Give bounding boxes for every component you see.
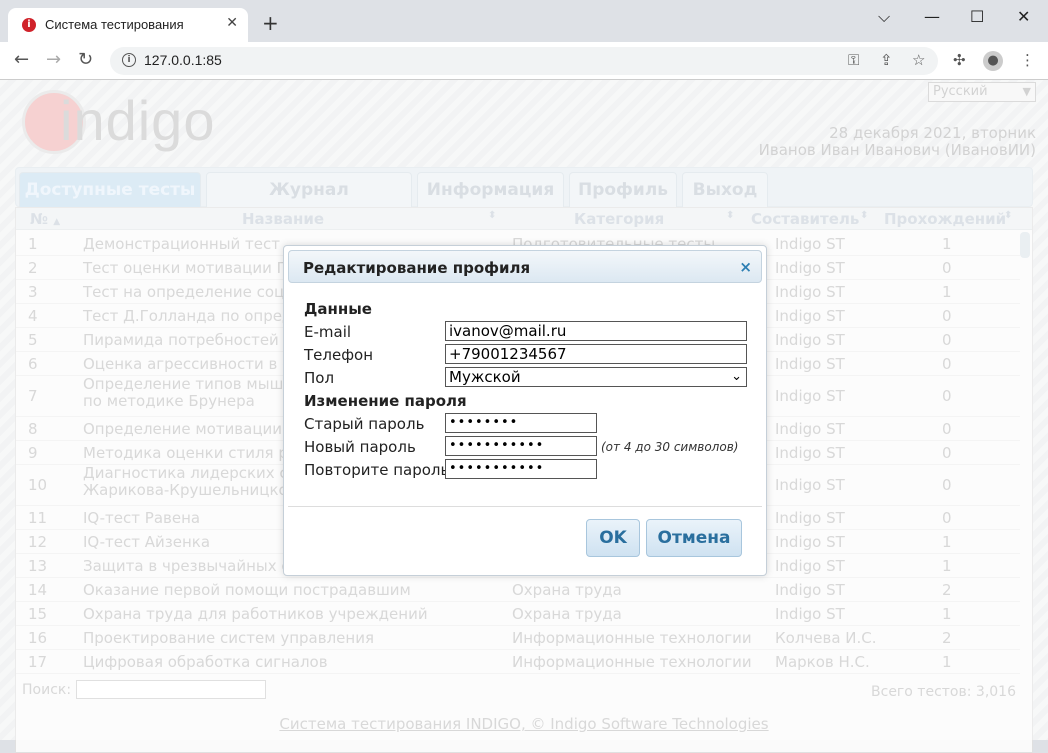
browser-toolbar: ← → ↻ i 127.0.0.1:85 ⚿ ⇪ ☆ ✣ ● ⋮ bbox=[0, 42, 1048, 80]
new-password-field[interactable]: ••••••••••• bbox=[445, 436, 597, 456]
section-data-title: Данные bbox=[304, 300, 372, 318]
repeat-password-field[interactable]: ••••••••••• bbox=[445, 459, 597, 479]
phone-field[interactable]: +79001234567 bbox=[445, 344, 747, 364]
menu-kebab-icon[interactable]: ⋮ bbox=[1020, 51, 1035, 69]
bookmark-star-icon[interactable]: ☆ bbox=[912, 51, 925, 69]
profile-avatar-icon[interactable]: ● bbox=[983, 51, 1003, 71]
repeat-password-label: Повторите пароль bbox=[304, 461, 450, 479]
password-hint: (от 4 до 30 символов) bbox=[601, 440, 739, 454]
favicon-icon: i bbox=[22, 18, 36, 32]
old-password-field[interactable]: •••••••• bbox=[445, 413, 597, 433]
extensions-icon[interactable]: ✣ bbox=[953, 51, 966, 69]
section-password-title: Изменение пароля bbox=[304, 392, 467, 410]
dialog-header: Редактирование профиля × bbox=[288, 250, 762, 283]
gender-label: Пол bbox=[304, 369, 335, 387]
new-password-label: Новый пароль bbox=[304, 438, 416, 456]
address-bar[interactable]: i 127.0.0.1:85 ⚿ ⇪ ☆ bbox=[110, 47, 938, 75]
cancel-button[interactable]: Отмена bbox=[646, 519, 742, 557]
reload-icon[interactable]: ↻ bbox=[78, 50, 93, 70]
back-icon[interactable]: ← bbox=[14, 50, 29, 70]
minimize-button[interactable]: — bbox=[924, 7, 940, 26]
share-icon[interactable]: ⇪ bbox=[880, 51, 893, 69]
tab-search-icon[interactable]: ⌵ bbox=[878, 7, 890, 27]
new-tab-button[interactable]: + bbox=[262, 13, 279, 33]
phone-label: Телефон bbox=[304, 346, 374, 364]
chevron-down-icon: ⌄ bbox=[731, 369, 742, 384]
maximize-button[interactable]: ☐ bbox=[970, 7, 984, 26]
key-icon[interactable]: ⚿ bbox=[848, 51, 859, 69]
browser-titlebar: i Система тестирования ✕ + ⌵ — ☐ ✕ bbox=[0, 0, 1048, 42]
dialog-divider bbox=[288, 506, 762, 507]
url-text: 127.0.0.1:85 bbox=[144, 52, 222, 68]
ok-button[interactable]: OK bbox=[586, 519, 640, 557]
gender-select[interactable]: Мужской ⌄ bbox=[445, 367, 747, 387]
close-icon[interactable]: × bbox=[739, 258, 752, 276]
browser-tab[interactable]: i Система тестирования ✕ bbox=[8, 8, 248, 42]
close-tab-icon[interactable]: ✕ bbox=[226, 15, 238, 31]
edit-profile-dialog: Редактирование профиля × Данные E-mail i… bbox=[283, 245, 767, 576]
email-label: E-mail bbox=[304, 323, 352, 341]
close-window-button[interactable]: ✕ bbox=[1017, 7, 1030, 26]
forward-icon[interactable]: → bbox=[46, 50, 61, 70]
email-field[interactable]: ivanov@mail.ru bbox=[445, 321, 747, 341]
site-info-icon[interactable]: i bbox=[122, 53, 136, 67]
dialog-title: Редактирование профиля bbox=[303, 259, 531, 277]
tab-title: Система тестирования bbox=[45, 17, 184, 32]
old-password-label: Старый пароль bbox=[304, 415, 425, 433]
